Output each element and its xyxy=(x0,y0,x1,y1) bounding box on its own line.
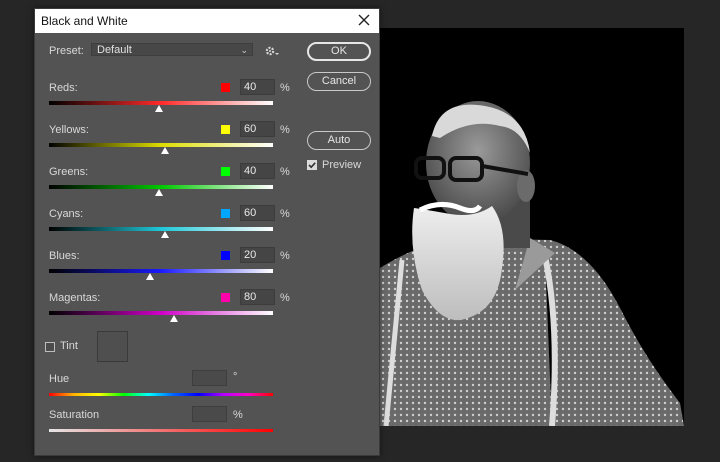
degree-unit: ° xyxy=(233,371,238,383)
color-swatch xyxy=(221,293,230,302)
saturation-input[interactable] xyxy=(192,406,227,422)
slider-thumb[interactable] xyxy=(161,231,170,238)
color-swatch xyxy=(221,209,230,218)
hue-input[interactable] xyxy=(192,370,227,386)
percent-unit: % xyxy=(280,208,290,220)
value-input[interactable]: 80 xyxy=(240,289,275,305)
value-input[interactable]: 40 xyxy=(240,163,275,179)
dialog-title: Black and White xyxy=(41,14,128,28)
auto-button[interactable]: Auto xyxy=(307,131,371,150)
preview-checkbox[interactable] xyxy=(307,160,317,170)
percent-unit: % xyxy=(280,250,290,262)
photo-preview xyxy=(380,28,684,426)
slider-label: Yellows: xyxy=(49,124,89,136)
tint-color-swatch[interactable] xyxy=(97,331,128,362)
slider-thumb[interactable] xyxy=(161,147,170,154)
tint-checkbox[interactable] xyxy=(45,342,55,352)
saturation-slider-track[interactable] xyxy=(49,429,273,432)
tint-label: Tint xyxy=(60,340,78,352)
percent-unit: % xyxy=(280,124,290,136)
bearded-man-image xyxy=(380,28,684,426)
slider-thumb[interactable] xyxy=(170,315,179,322)
slider-track[interactable] xyxy=(49,311,273,315)
black-and-white-dialog: Black and White Preset: Default ⌄ OK Can… xyxy=(34,8,380,456)
slider-label: Cyans: xyxy=(49,208,84,220)
preset-value: Default xyxy=(97,44,132,56)
slider-thumb[interactable] xyxy=(154,105,163,112)
hue-label: Hue xyxy=(49,373,70,385)
slider-track[interactable] xyxy=(49,269,273,273)
value-input[interactable]: 60 xyxy=(240,121,275,137)
value-input[interactable]: 40 xyxy=(240,79,275,95)
slider-label: Magentas: xyxy=(49,292,101,304)
preview-label: Preview xyxy=(322,159,362,171)
percent-unit: % xyxy=(280,292,290,304)
cancel-button[interactable]: Cancel xyxy=(307,72,371,91)
preset-label: Preset: xyxy=(49,45,84,57)
slider-thumb[interactable] xyxy=(154,189,163,196)
dialog-titlebar[interactable]: Black and White xyxy=(35,9,379,33)
gear-icon[interactable] xyxy=(264,45,280,57)
saturation-unit: % xyxy=(233,409,243,421)
percent-unit: % xyxy=(280,82,290,94)
percent-unit: % xyxy=(280,166,290,178)
color-swatch xyxy=(221,83,230,92)
hue-slider-track[interactable] xyxy=(49,393,273,396)
preset-dropdown[interactable]: Default ⌄ xyxy=(91,43,253,56)
close-icon[interactable] xyxy=(355,11,373,29)
chevron-down-icon: ⌄ xyxy=(240,45,248,55)
slider-label: Blues: xyxy=(49,250,80,262)
slider-label: Greens: xyxy=(49,166,89,178)
color-swatch xyxy=(221,251,230,260)
slider-label: Reds: xyxy=(49,82,78,94)
saturation-label: Saturation xyxy=(49,409,100,421)
value-input[interactable]: 20 xyxy=(240,247,275,263)
checkmark-icon xyxy=(308,162,316,169)
color-swatch xyxy=(221,167,230,176)
ok-button[interactable]: OK xyxy=(307,42,371,61)
color-swatch xyxy=(221,125,230,134)
slider-thumb[interactable] xyxy=(145,273,154,280)
value-input[interactable]: 60 xyxy=(240,205,275,221)
